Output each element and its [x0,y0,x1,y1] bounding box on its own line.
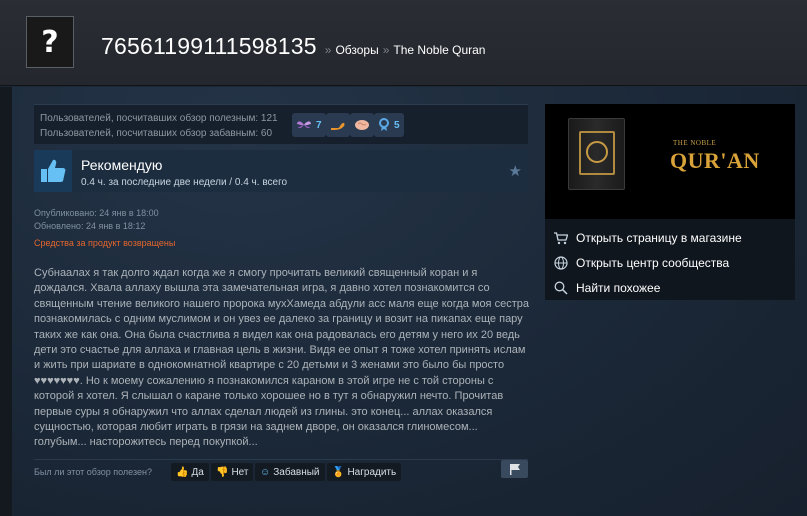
banner-subtitle: THE NOBLE [673,139,717,147]
avatar[interactable]: ? [26,16,74,68]
vote-no-label: Нет [231,466,249,478]
thumbs-down-icon: 👎 [216,466,229,478]
review-text: Субнаалах я так долго ждал когда же я см… [34,267,529,449]
review-stats: Пользователей, посчитавших обзор полезны… [34,104,528,144]
search-icon [553,281,569,295]
community-hub-link[interactable]: Открыть центр сообщества [553,253,729,273]
refund-notice: Средства за продукт возвращены [34,238,176,248]
book-ornament [579,131,615,175]
helpful-controls: Был ли этот обзор полезен? 👍 Да 👎 Нет ☺ … [34,459,528,481]
updated-date: Обновлено: 24 янв в 18:12 [34,221,146,231]
helpful-count: Пользователей, посчитавших обзор полезны… [40,113,278,124]
award-medal[interactable]: 5 [374,113,404,137]
published-date: Опубликовано: 24 янв в 18:00 [34,208,159,218]
community-hub-label: Открыть центр сообщества [576,256,730,270]
smiley-icon: ☺ [260,466,271,478]
profile-name[interactable]: 76561199111598135 [101,33,317,60]
thumbs-up-badge [34,150,72,192]
store-page-link[interactable]: Открыть страницу в магазине [553,228,742,248]
globe-icon [553,256,569,270]
vote-no-button[interactable]: 👎 Нет [211,463,254,481]
award-medal-icon: 🏅 [332,466,345,478]
playtime-hours: 0.4 ч. за последние две недели / 0.4 ч. … [81,177,288,188]
breadcrumb: 76561199111598135 » Обзоры » The Noble Q… [101,33,485,60]
find-similar-link[interactable]: Найти похожее [553,278,660,298]
book-medallion [586,141,608,163]
flag-icon [509,464,520,475]
stats-text: Пользователей, посчитавших обзор полезны… [40,111,278,141]
award-wings[interactable]: 7 [292,113,326,137]
quran-book-image [568,118,625,190]
helpful-question: Был ли этот обзор полезен? [34,467,152,477]
star-icon[interactable]: ★ [509,162,522,180]
wings-award-icon [297,121,311,129]
vote-yes-button[interactable]: 👍 Да [171,463,209,481]
award-wings-count: 7 [316,119,322,131]
review-dates: Опубликовано: 24 янв в 18:00 Обновлено: … [34,207,159,233]
profile-header: ? 76561199111598135 » Обзоры » The Noble… [0,0,807,86]
medal-award-icon [379,118,389,131]
funny-count: Пользователей, посчитавших обзор забавны… [40,128,273,139]
award-brain[interactable] [350,113,374,137]
breadcrumb-reviews[interactable]: Обзоры [335,43,378,57]
banner-title: QUR'AN [670,148,760,173]
find-similar-label: Найти похожее [576,281,661,295]
vote-funny-label: Забавный [273,466,320,478]
game-side-panel: THE NOBLE QUR'AN Открыть страницу в мага… [545,104,795,300]
recommendation-title: Рекомендую [81,157,163,173]
avatar-placeholder-icon: ? [41,24,59,60]
breadcrumb-game[interactable]: The Noble Quran [393,43,485,57]
award-button[interactable]: 🏅 Наградить [327,463,402,481]
left-edge-bar [0,87,12,516]
thumbs-up-icon: 👍 [176,466,189,478]
award-button-label: Наградить [347,466,397,478]
brain-award-icon [355,120,369,130]
vote-yes-label: Да [191,466,204,478]
store-page-label: Открыть страницу в магазине [576,231,742,245]
award-medal-count: 5 [394,119,400,131]
recommendation-bar: Рекомендую 0.4 ч. за последние две недел… [34,150,528,192]
arm-award-icon [331,122,345,130]
breadcrumb-separator: » [324,43,332,57]
vote-funny-button[interactable]: ☺ Забавный [255,463,325,481]
cart-icon [553,231,569,245]
breadcrumb-separator: » [382,43,390,57]
game-banner[interactable]: THE NOBLE QUR'AN [545,104,795,219]
report-flag-button[interactable] [501,460,528,478]
thumbs-up-icon [41,159,66,182]
award-arm[interactable] [326,113,350,137]
